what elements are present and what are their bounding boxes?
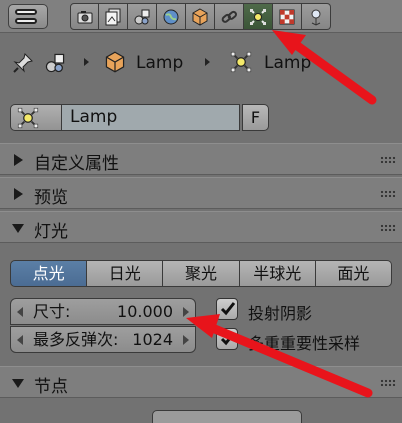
- drag-grip-icon[interactable]: [380, 156, 396, 163]
- cast-shadow-checkbox[interactable]: [216, 298, 238, 320]
- decrement-arrow-icon[interactable]: [17, 335, 23, 345]
- mis-checkbox[interactable]: [216, 328, 238, 350]
- breadcrumb: Lamp Lamp: [0, 43, 402, 83]
- size-label: 尺寸:: [33, 302, 71, 321]
- expanded-triangle-icon: [12, 379, 24, 388]
- texture-icon: [279, 9, 295, 24]
- lamp-type-area[interactable]: 面光: [315, 260, 393, 287]
- panel-title: 自定义属性: [34, 154, 119, 174]
- breadcrumb-data: Lamp: [264, 53, 312, 73]
- max-bounces-field[interactable]: 最多反弹次: 1024: [10, 326, 196, 353]
- lamp-type-selector: 点光 日光 聚光 半球光 面光: [10, 260, 393, 287]
- world-tab[interactable]: [157, 3, 186, 30]
- max-bounces-value: 1024: [132, 330, 173, 349]
- collapsed-triangle-icon: [14, 188, 23, 200]
- texture-tab[interactable]: [273, 3, 302, 30]
- cast-shadow-label: 投射阴影: [248, 304, 313, 323]
- lamp-panel-header[interactable]: 灯光: [0, 211, 402, 243]
- fake-user-button[interactable]: F: [242, 104, 269, 131]
- breadcrumb-separator: [84, 58, 89, 66]
- drag-grip-icon[interactable]: [380, 224, 396, 231]
- node-dropdown[interactable]: [152, 410, 302, 423]
- lamp-data-icon: [230, 51, 252, 73]
- increment-arrow-icon[interactable]: [183, 335, 189, 345]
- panel-title: 预览: [34, 188, 68, 208]
- custom-properties-panel-header[interactable]: 自定义属性: [0, 143, 402, 175]
- panel-title: 灯光: [34, 222, 68, 242]
- mis-label: 多重重要性采样: [248, 334, 361, 353]
- editor-type-button[interactable]: [8, 4, 48, 29]
- size-field[interactable]: 尺寸: 10.000: [10, 298, 196, 325]
- world-icon: [163, 9, 179, 24]
- lamp-type-spot[interactable]: 聚光: [163, 260, 240, 287]
- scene-tab[interactable]: [128, 3, 157, 30]
- object-tab[interactable]: [186, 3, 215, 30]
- checkmark-icon: [220, 302, 236, 316]
- render-tab[interactable]: [70, 3, 99, 30]
- constraints-icon: [221, 10, 237, 23]
- object-icon: [105, 51, 125, 73]
- nodes-panel-header[interactable]: 节点: [0, 366, 402, 398]
- render-layers-tab[interactable]: [99, 3, 128, 30]
- increment-arrow-icon[interactable]: [183, 307, 189, 317]
- render-layers-icon: [105, 8, 121, 25]
- max-bounces-label: 最多反弹次:: [33, 330, 119, 349]
- context-tabs: [70, 3, 331, 30]
- scene-icon: [45, 53, 65, 73]
- decrement-arrow-icon[interactable]: [17, 307, 23, 317]
- particles-icon: [311, 9, 321, 26]
- datablock-browse-button[interactable]: [10, 104, 62, 131]
- lamp-datablock-selector: Lamp F: [10, 104, 269, 131]
- lamp-type-hemi[interactable]: 半球光: [239, 260, 316, 287]
- scene-icon: [134, 9, 150, 24]
- checkmark-icon: [220, 332, 236, 346]
- lamp-data-icon: [250, 8, 266, 25]
- render-icon: [77, 10, 92, 23]
- breadcrumb-object: Lamp: [136, 53, 184, 73]
- constraints-tab[interactable]: [215, 3, 244, 30]
- expanded-triangle-icon: [12, 224, 24, 233]
- particles-tab[interactable]: [302, 3, 331, 30]
- collapsed-triangle-icon: [14, 154, 23, 166]
- preview-panel-header[interactable]: 预览: [0, 177, 402, 209]
- drag-grip-icon[interactable]: [380, 190, 396, 197]
- breadcrumb-separator: [205, 58, 210, 66]
- lamp-data-icon: [17, 107, 39, 128]
- datablock-name-field[interactable]: Lamp: [62, 104, 240, 131]
- pin-icon[interactable]: [12, 52, 34, 74]
- lamp-type-sun[interactable]: 日光: [87, 260, 164, 287]
- lamp-type-point[interactable]: 点光: [10, 260, 88, 287]
- panel-title: 节点: [34, 377, 68, 397]
- drag-grip-icon[interactable]: [380, 379, 396, 386]
- size-value: 10.000: [117, 302, 173, 321]
- object-icon: [192, 7, 208, 26]
- lamp-data-tab[interactable]: [244, 3, 273, 30]
- properties-header: [0, 0, 402, 33]
